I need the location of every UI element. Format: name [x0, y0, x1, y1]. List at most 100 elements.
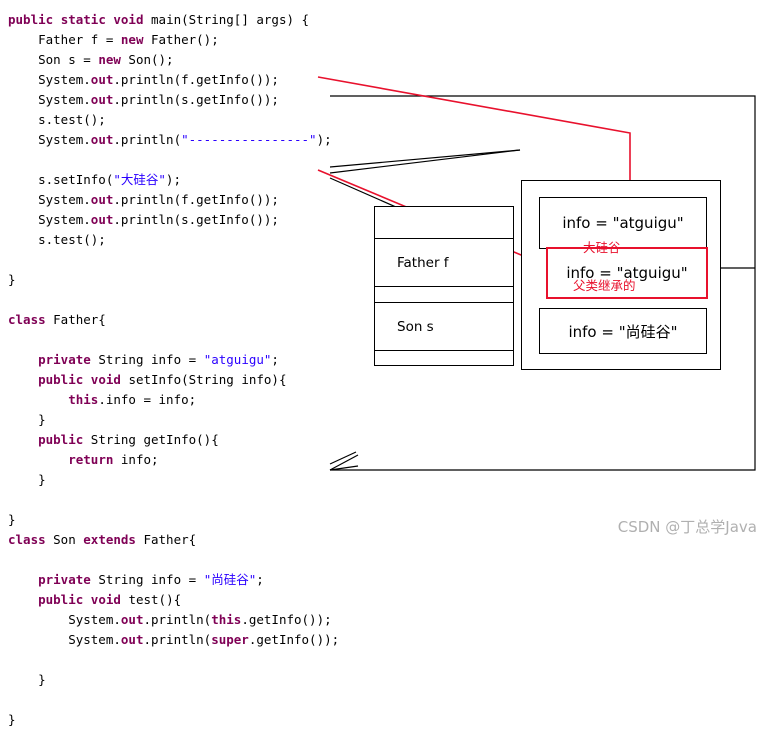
code-token: String info = [98, 572, 204, 587]
code-token: void [113, 12, 152, 27]
code-token: s.setInfo( [8, 172, 114, 187]
watermark: CSDN @丁总学Java [617, 518, 757, 536]
code-line: System.out.println(super.getInfo()); [8, 630, 428, 650]
code-token: s.test(); [8, 112, 106, 127]
heap-field-label: info = "尚硅谷" [568, 322, 678, 341]
code-token: super [211, 632, 249, 647]
code-token: ); [316, 132, 332, 147]
code-token: .println(f.getInfo()); [113, 192, 279, 207]
code-token: void [90, 592, 129, 607]
code-line: class Son extends Father{ [8, 530, 428, 550]
code-token: .println(f.getInfo()); [113, 72, 279, 87]
code-token: out [90, 132, 114, 147]
stack-cell [375, 351, 513, 366]
code-token: s.test(); [8, 232, 106, 247]
code-token: Father{ [143, 532, 197, 547]
code-token: } [8, 412, 46, 427]
code-line: public String getInfo(){ [8, 430, 428, 450]
code-line: } [8, 470, 428, 490]
code-token: Father f = [8, 32, 121, 47]
code-token: System. [8, 132, 91, 147]
code-line: private String info = "atguigu"; [8, 350, 428, 370]
code-token: ); [165, 172, 181, 187]
code-token: System. [8, 632, 121, 647]
code-token: String info = [98, 352, 204, 367]
code-token: return [68, 452, 121, 467]
code-token: out [120, 612, 144, 627]
code-token: ; [256, 572, 264, 587]
heap-box: info = "atguigu" info = "atguigu" info =… [521, 180, 721, 370]
stack-cell [375, 207, 513, 239]
code-line: } [8, 510, 428, 530]
code-token: private [38, 352, 99, 367]
code-line: Father f = new Father(); [8, 30, 428, 50]
code-line: public void test(){ [8, 590, 428, 610]
code-token: } [8, 472, 46, 487]
code-line: this.info = info; [8, 390, 428, 410]
code-token: void [90, 372, 129, 387]
code-token: Son(); [128, 52, 174, 67]
code-line: private String info = "尚硅谷"; [8, 570, 428, 590]
stack-cell-label: Son s [397, 318, 434, 335]
annotation-daguigu: 大硅谷 [583, 240, 621, 255]
code-token: Father(); [151, 32, 219, 47]
code-token: out [90, 92, 114, 107]
code-token: .getInfo()); [241, 612, 332, 627]
code-token: } [8, 712, 16, 727]
heap-field-son-info: info = "尚硅谷" [539, 308, 707, 354]
code-token: test(){ [128, 592, 182, 607]
code-line: System.out.println(s.getInfo()); [8, 90, 428, 110]
code-line: } [8, 710, 428, 730]
annotation-inherited-from-parent: 父类继承的 [573, 278, 636, 293]
code-token: System. [8, 212, 91, 227]
code-line: } [8, 670, 428, 690]
code-token: } [8, 272, 16, 287]
heap-field-label: info = "atguigu" [562, 214, 684, 232]
code-token: ; [271, 352, 279, 367]
code-token: "atguigu" [203, 352, 272, 367]
stack-cell-father-f: Father f [375, 239, 513, 287]
code-token: .info = info; [98, 392, 197, 407]
stack-cell-son-s: Son s [375, 303, 513, 351]
code-token: this [68, 392, 99, 407]
code-token: .println(s.getInfo()); [113, 212, 279, 227]
code-line: s.test(); [8, 110, 428, 130]
code-token: Son s = [8, 52, 99, 67]
code-token: .getInfo()); [248, 632, 340, 647]
code-token: .println( [113, 132, 182, 147]
code-token: System. [8, 612, 121, 627]
code-line: System.out.println(this.getInfo()); [8, 610, 428, 630]
code-token: new [120, 32, 151, 47]
code-line: class Father{ [8, 310, 428, 330]
code-token: public [38, 432, 91, 447]
code-token: .println( [143, 632, 212, 647]
code-line: } [8, 410, 428, 430]
code-token: extends [83, 532, 144, 547]
code-line: System.out.println("----------------"); [8, 130, 428, 150]
code-token: Father{ [53, 312, 106, 327]
diagram-root: public static void main(String[] args) {… [0, 0, 767, 727]
code-token: System. [8, 72, 91, 87]
code-token: this [211, 612, 242, 627]
code-token: private [38, 572, 99, 587]
code-token: "大硅谷" [113, 172, 166, 187]
stack-cell-label: Father f [397, 254, 449, 271]
code-line: Son s = new Son(); [8, 50, 428, 70]
code-line: public void setInfo(String info){ [8, 370, 428, 390]
code-token: new [98, 52, 129, 67]
annotation-text: 大硅谷 [583, 240, 621, 255]
code-token: public [38, 592, 91, 607]
code-token: "尚硅谷" [203, 572, 257, 587]
heap-field-father-info: info = "atguigu" [539, 197, 707, 249]
code-token: class [8, 532, 54, 547]
